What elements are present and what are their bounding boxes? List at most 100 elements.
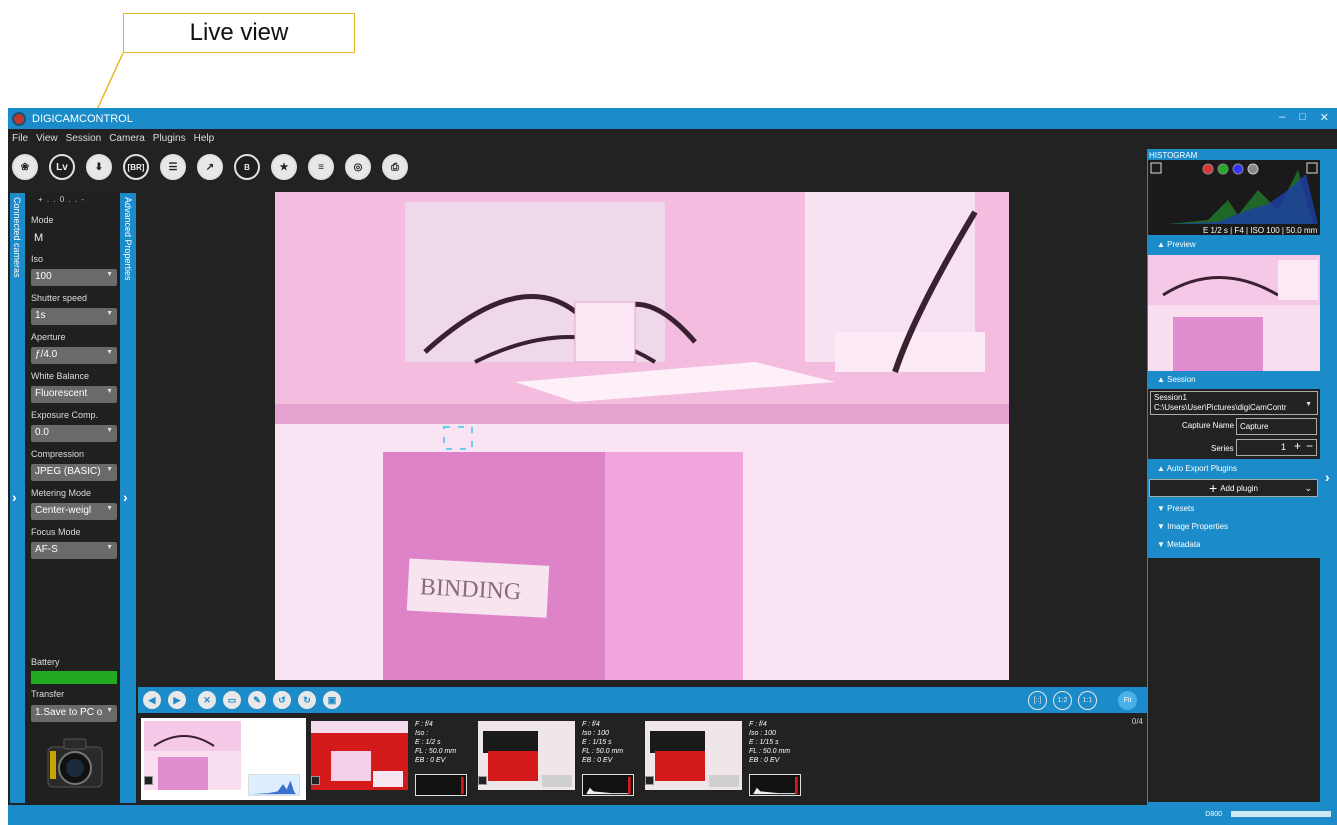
image-navigation-bar: ◀ ▶ ✕ ▭ ✎ ↺ ↻ ▣ [::] 1:2 1:1 Fit: [138, 687, 1147, 713]
print-button[interactable]: ⎙: [382, 154, 408, 180]
session-header[interactable]: ▲ Session: [1157, 375, 1196, 384]
compression-select[interactable]: JPEG (BASIC) ▼: [31, 464, 117, 481]
session-select[interactable]: Session1 C:\Users\User\Pictures\digiCamC…: [1150, 391, 1318, 415]
select-checkbox[interactable]: [311, 776, 320, 785]
chevron-right-icon[interactable]: ›: [12, 489, 17, 505]
timelapse-button[interactable]: ☰: [160, 154, 186, 180]
chevron-right-icon[interactable]: ›: [123, 489, 128, 505]
add-plugin-button[interactable]: + Add plugin ⌄: [1149, 479, 1318, 497]
rotate-right-button[interactable]: ↻: [298, 691, 316, 709]
download-button[interactable]: ⬇: [86, 154, 112, 180]
tab-connected-cameras[interactable]: Connected cameras ›: [10, 193, 25, 803]
histogram-toggle-left[interactable]: [1150, 162, 1162, 174]
battery-label: Battery: [31, 657, 60, 667]
shutter-speed-select[interactable]: 1s ▼: [31, 308, 117, 325]
edit-button[interactable]: ✎: [248, 691, 266, 709]
bracketing-button[interactable]: [BR]: [123, 154, 149, 180]
image-properties-header[interactable]: ▼ Image Properties: [1157, 522, 1228, 531]
app-logo-icon: [12, 111, 26, 126]
exposure-comp-select[interactable]: 0.0 ▼: [31, 425, 117, 442]
zoom-half-button[interactable]: 1:2: [1053, 691, 1072, 710]
zoom-fit-button[interactable]: Fit: [1118, 691, 1137, 710]
series-value: 1: [1280, 442, 1286, 452]
select-checkbox[interactable]: [144, 776, 153, 785]
menu-plugins[interactable]: Plugins: [153, 133, 186, 144]
menu-help[interactable]: Help: [194, 133, 215, 144]
tab-advanced-properties[interactable]: Advanced Properties ›: [120, 193, 136, 803]
metadata-header[interactable]: ▼ Metadata: [1157, 540, 1201, 549]
tab-advanced-properties-label: Advanced Properties: [123, 197, 133, 281]
right-panel-content: [1148, 558, 1320, 802]
focus-mode-select[interactable]: AF-S ▼: [31, 542, 117, 559]
presets-label: Presets: [1167, 504, 1195, 513]
series-stepper[interactable]: 1 + −: [1236, 439, 1317, 456]
edit-icon: ✎: [253, 694, 261, 705]
mode-label: Mode: [31, 215, 54, 225]
restore-button[interactable]: □: [1299, 111, 1306, 124]
chevron-down-icon: ▼: [1305, 401, 1312, 408]
thumb-iso: Iso : 100: [248, 730, 275, 737]
capture-button[interactable]: ❀: [12, 154, 38, 180]
live-view-button[interactable]: Lv: [49, 154, 75, 180]
zoom-fill-button[interactable]: [::]: [1028, 691, 1047, 710]
capture-name-input[interactable]: Capture: [1236, 418, 1317, 435]
live-view-icon: Lv: [56, 161, 68, 173]
delete-button[interactable]: ✕: [198, 691, 216, 709]
menu-camera[interactable]: Camera: [109, 133, 145, 144]
menu-session[interactable]: Session: [66, 133, 102, 144]
histogram-toggle-right[interactable]: [1306, 162, 1318, 174]
blue-channel-toggle[interactable]: [1232, 163, 1244, 175]
select-checkbox[interactable]: [645, 776, 654, 785]
wireless-button[interactable]: ◎: [345, 154, 371, 180]
luminance-channel-toggle[interactable]: [1247, 163, 1259, 175]
next-button[interactable]: ▶: [168, 691, 186, 709]
green-channel-toggle[interactable]: [1217, 163, 1229, 175]
thumb-exposure-bias: EB : 0 EV: [749, 757, 780, 764]
exposure-comp-value: 0.0: [35, 427, 49, 438]
live-image-viewer[interactable]: BINDING: [275, 192, 1009, 680]
aperture-select[interactable]: ƒ/4.0 ▼: [31, 347, 117, 364]
favorite-button[interactable]: ★: [271, 154, 297, 180]
thumbnail-item[interactable]: F : f/4 Iso : 100 E : 1/15 s FL : 50.0 m…: [642, 718, 807, 800]
thumbnail-image: [311, 721, 408, 790]
histogram: E 1/2 s | F4 | ISO 100 | 50.0 mm: [1148, 160, 1320, 235]
auto-export-header[interactable]: ▲ Auto Export Plugins: [1157, 464, 1237, 473]
close-button[interactable]: ✕: [1320, 111, 1329, 124]
preview-header[interactable]: ▲ Preview: [1157, 240, 1196, 249]
chevron-down-icon: ▼: [106, 466, 113, 473]
metering-mode-select[interactable]: Center-weigl ▼: [31, 503, 117, 520]
status-bar: D800: [8, 805, 1337, 825]
capture-name-label: Capture Name: [1182, 421, 1235, 430]
plus-icon[interactable]: +: [1294, 439, 1301, 453]
minimize-button[interactable]: –: [1279, 111, 1285, 124]
image-view-button[interactable]: ▣: [323, 691, 341, 709]
add-plugin-label: Add plugin: [1220, 483, 1258, 493]
thumbnail-item[interactable]: F : f/4 Iso : E : 1/2 s FL : 50.0 mm EB …: [308, 718, 473, 800]
iso-select[interactable]: 100 ▼: [31, 269, 117, 286]
chevron-right-icon: ▶: [173, 694, 181, 705]
thumb-iso: Iso : 100: [749, 730, 776, 737]
layers-button[interactable]: ≡: [308, 154, 334, 180]
open-folder-button[interactable]: ▭: [223, 691, 241, 709]
export-button[interactable]: ↗: [197, 154, 223, 180]
presets-header[interactable]: ▼ Presets: [1157, 504, 1194, 513]
auto-export-label: Auto Export Plugins: [1166, 464, 1237, 473]
transfer-select[interactable]: 1.Save to PC o ▼: [31, 705, 117, 722]
menu-file[interactable]: File: [12, 133, 28, 144]
thumbnail-info: F : f/4 Iso : 100 E : 1/15 s FL : 50.0 m…: [749, 720, 790, 765]
minus-icon[interactable]: −: [1306, 439, 1313, 453]
camera-model: D800: [1205, 811, 1222, 818]
red-channel-toggle[interactable]: [1202, 163, 1214, 175]
select-checkbox[interactable]: [478, 776, 487, 785]
star-icon: ★: [279, 161, 289, 173]
thumbnail-item[interactable]: F : f/4 Iso : 100 E : 1/15 s FL : 50.0 m…: [475, 718, 640, 800]
zoom-actual-button[interactable]: 1:1: [1078, 691, 1097, 710]
chevron-right-icon[interactable]: ›: [1325, 469, 1330, 485]
rotate-left-button[interactable]: ↺: [273, 691, 291, 709]
bulb-button[interactable]: B: [234, 154, 260, 180]
menu-view[interactable]: View: [36, 133, 58, 144]
thumbnail-image: [478, 721, 575, 790]
thumbnail-item[interactable]: F : f/4 Iso : 100 E : 1/2 s FL : 50.0 mm…: [141, 718, 306, 800]
previous-button[interactable]: ◀: [143, 691, 161, 709]
white-balance-select[interactable]: Fluorescent ▼: [31, 386, 117, 403]
